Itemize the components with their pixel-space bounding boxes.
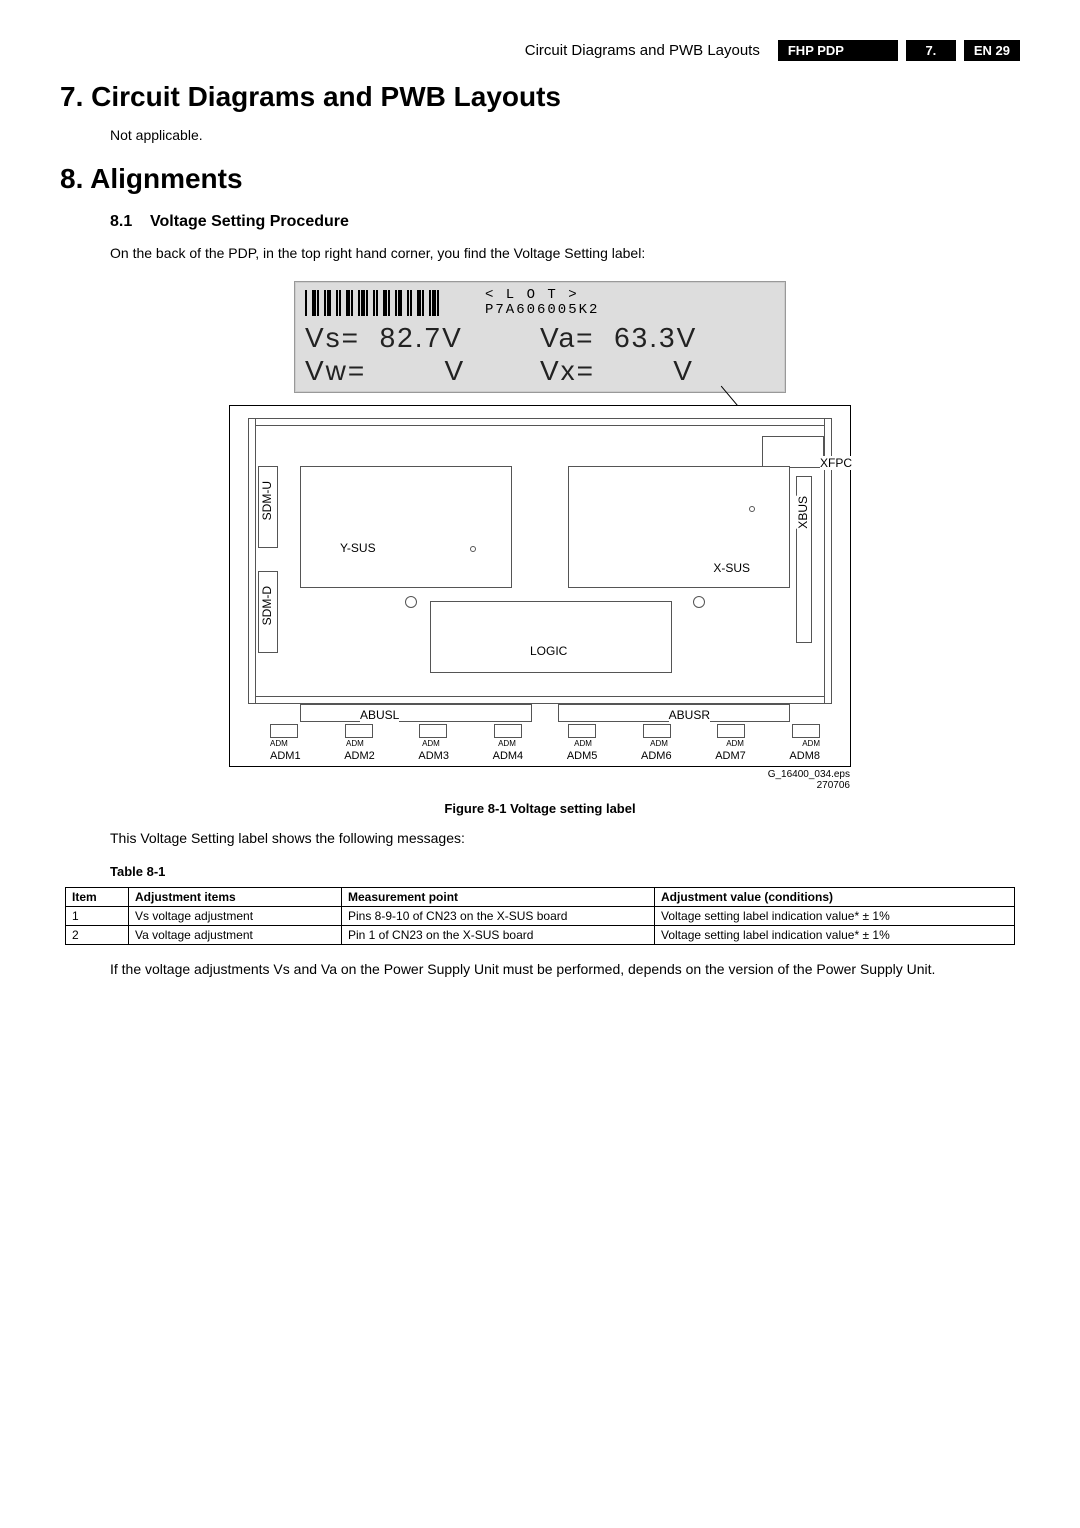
vx-value: V [673, 355, 694, 386]
vw-key: Vw= [305, 355, 366, 386]
adm1-label: ADM1 [270, 750, 301, 762]
adjustment-table: Item Adjustment items Measurement point … [65, 887, 1015, 945]
col-meas-point: Measurement point [342, 887, 655, 906]
vs-value: 82.7V [380, 322, 463, 353]
ysus-board [300, 466, 512, 588]
table-header-row: Item Adjustment items Measurement point … [66, 887, 1015, 906]
lot-tag: < L O T > [485, 288, 599, 303]
adm6-label: ADM6 [641, 750, 672, 762]
lot-value: P7A606005K2 [485, 303, 599, 318]
page-code-box: EN 29 [964, 40, 1020, 61]
after-figure-text: This Voltage Setting label shows the fol… [110, 830, 1020, 846]
breadcrumb: Circuit Diagrams and PWB Layouts [525, 42, 760, 59]
subsection-intro: On the back of the PDP, in the top right… [110, 245, 1020, 261]
left-rail [248, 418, 256, 704]
adm7-label: ADM7 [715, 750, 746, 762]
adm4-label: ADM4 [493, 750, 524, 762]
adm8-label: ADM8 [789, 750, 820, 762]
voltage-setting-label: < L O T > P7A606005K2 Vs= 82.7V Va= 63.3… [294, 281, 786, 393]
col-item: Item [66, 887, 129, 906]
figure-caption: Figure 8-1 Voltage setting label [444, 801, 635, 816]
lot-area: < L O T > P7A606005K2 [485, 288, 599, 319]
adm-tiny-row: ADMADMADMADMADMADMADMADM [270, 739, 820, 748]
xsus-label: X-SUS [713, 561, 750, 575]
adm3-label: ADM3 [418, 750, 449, 762]
footnote: If the voltage adjustments Vs and Va on … [110, 961, 970, 977]
table-caption: Table 8-1 [110, 864, 1020, 879]
subsection-8-1: 8.1 Voltage Setting Procedure [110, 213, 1020, 231]
subsection-title: Voltage Setting Procedure [150, 213, 349, 230]
vx-key: Vx= [540, 355, 595, 386]
abusl-board [300, 704, 532, 722]
section8-title: 8. Alignments [60, 163, 1020, 195]
figure-8-1: < L O T > P7A606005K2 Vs= 82.7V Va= 63.3… [60, 281, 1020, 816]
section7-body: Not applicable. [110, 127, 1020, 143]
bottom-rail [248, 696, 832, 704]
section7-title: 7. Circuit Diagrams and PWB Layouts [60, 81, 1020, 113]
eps-file: G_16400_034.eps [230, 769, 850, 780]
section-no-box: 7. [906, 40, 956, 61]
sdmu-label: SDM-U [260, 481, 274, 520]
eps-filename-note: G_16400_034.eps 270706 [230, 769, 850, 791]
ysus-label: Y-SUS [340, 541, 376, 555]
vw-value: V [444, 355, 465, 386]
pdp-back-diagram: XFPC XBUS SDM-U SDM-D Y-SUS X-SUS LOGIC … [229, 405, 851, 767]
adm2-label: ADM2 [344, 750, 375, 762]
xfpc-label: XFPC [820, 456, 852, 470]
model-box: FHP PDP [778, 40, 898, 61]
subsection-number: 8.1 [110, 213, 132, 230]
logic-label: LOGIC [530, 644, 567, 658]
col-adj-items: Adjustment items [129, 887, 342, 906]
va-value: 63.3V [614, 322, 697, 353]
table-row: 1 Vs voltage adjustment Pins 8-9-10 of C… [66, 906, 1015, 925]
xfpc-board [762, 436, 824, 468]
abusl-label: ABUSL [360, 708, 399, 722]
col-adj-value: Adjustment value (conditions) [655, 887, 1015, 906]
va-key: Va= [540, 322, 595, 353]
adm-label-row: ADM1 ADM2 ADM3 ADM4 ADM5 ADM6 ADM7 ADM8 [270, 750, 820, 762]
adm-box-row [270, 724, 820, 738]
barcode-icon [305, 290, 475, 316]
table-row: 2 Va voltage adjustment Pin 1 of CN23 on… [66, 925, 1015, 944]
vs-key: Vs= [305, 322, 360, 353]
sdmd-label: SDM-D [260, 586, 274, 625]
xsus-board [568, 466, 790, 588]
logic-board [430, 601, 672, 673]
top-rail [248, 418, 832, 426]
adm5-label: ADM5 [567, 750, 598, 762]
xbus-label: XBUS [796, 496, 810, 529]
page-header: Circuit Diagrams and PWB Layouts FHP PDP… [60, 40, 1020, 61]
eps-date: 270706 [230, 780, 850, 791]
abusr-label: ABUSR [669, 708, 710, 722]
